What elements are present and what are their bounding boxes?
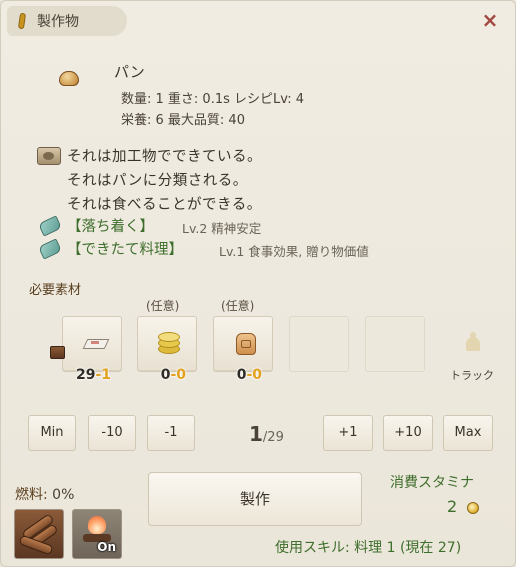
flame-icon <box>88 516 106 534</box>
description-line: それは食べることができる。 <box>67 197 262 213</box>
item-stats-line1: 数量: 1 重さ: 0.1s レシピLv: 4 <box>121 92 305 107</box>
flour-icon <box>85 337 105 349</box>
bag-icon <box>236 331 256 355</box>
close-button[interactable]: × <box>481 10 499 30</box>
material-slot[interactable]: 29-1 <box>62 316 122 383</box>
optional-label: (任意) <box>146 299 180 313</box>
empty-material-slot <box>289 316 349 372</box>
material-count: 0-0 <box>236 367 262 383</box>
title-tab: 製作物 <box>7 6 127 36</box>
trait-name: 【落ち着く】 <box>67 219 154 235</box>
window-title: 製作物 <box>37 14 79 30</box>
trait-leaf-icon <box>39 240 59 256</box>
bread-icon <box>57 69 81 89</box>
fire-on-label: On <box>97 540 116 554</box>
quantity-display: 1/29 <box>249 422 284 446</box>
material-icon <box>37 147 61 165</box>
material-count: 29-1 <box>75 367 111 383</box>
trait-detail: Lv.1 食事効果, 贈り物価値 <box>219 244 369 259</box>
material-count: 0-0 <box>160 367 186 383</box>
item-stats-line2: 栄養: 6 最大品質: 40 <box>121 113 245 128</box>
optional-label: (任意) <box>221 299 255 313</box>
required-materials-label: 必要素材 <box>29 283 82 298</box>
stamina-coin-icon <box>467 502 479 514</box>
firewood-slot[interactable] <box>14 509 64 559</box>
material-slot[interactable]: 0-0 <box>137 316 197 383</box>
pencil-icon <box>17 13 27 29</box>
plus-10-button[interactable]: +10 <box>383 415 433 451</box>
max-button[interactable]: Max <box>443 415 493 451</box>
fuel-label: 燃料: 0% <box>15 487 75 503</box>
truck-icon[interactable] <box>463 331 483 355</box>
description-line: それはパンに分類される。 <box>67 173 248 189</box>
description-line: それは加工物でできている。 <box>67 149 262 165</box>
truck-label: トラック <box>450 369 494 382</box>
trait-name: 【できたて料理】 <box>67 242 183 258</box>
material-slot[interactable]: 0-0 <box>213 316 273 383</box>
minus-10-button[interactable]: -10 <box>88 415 136 451</box>
coins-icon <box>158 332 180 354</box>
item-name: パン <box>114 63 145 81</box>
plus-1-button[interactable]: +1 <box>323 415 373 451</box>
skill-info: 使用スキル: 料理 1 (現在 27) <box>275 540 462 556</box>
trait-leaf-icon <box>39 217 59 233</box>
crafting-window: 製作物 × パン 数量: 1 重さ: 0.1s レシピLv: 4 栄養: 6 最… <box>0 0 516 567</box>
stamina-value: 2 <box>447 497 458 516</box>
trait-detail: Lv.2 精神安定 <box>182 221 262 236</box>
craft-button[interactable]: 製作 <box>148 472 362 526</box>
container-box-icon <box>50 346 65 359</box>
empty-material-slot <box>365 316 425 372</box>
fire-toggle[interactable]: On <box>72 509 122 559</box>
stamina-label: 消費スタミナ <box>390 475 474 491</box>
minus-1-button[interactable]: -1 <box>147 415 195 451</box>
min-button[interactable]: Min <box>28 415 76 451</box>
